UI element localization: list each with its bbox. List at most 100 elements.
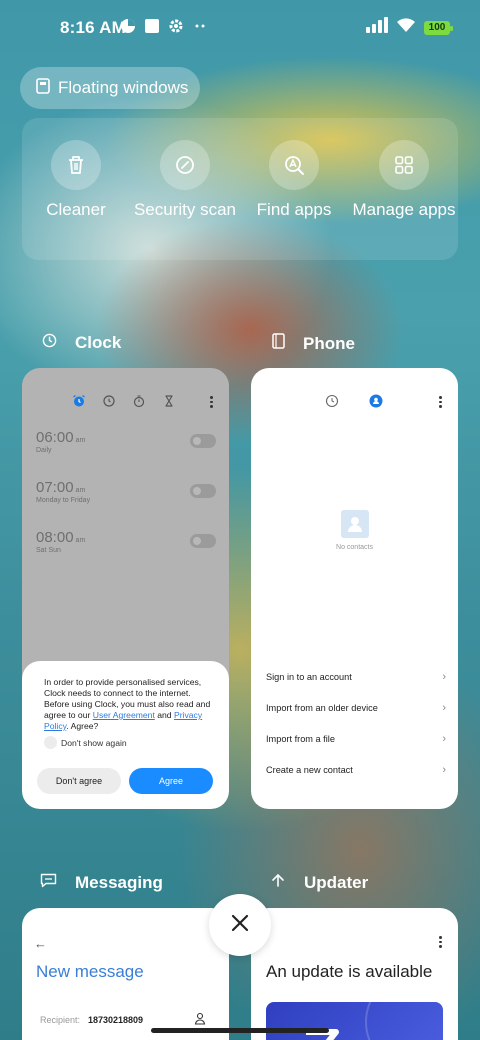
chevron-right-icon: › [442,733,446,745]
update-available-title: An update is available [266,962,433,981]
phone-app-header[interactable]: Phone [272,333,355,354]
home-indicator[interactable] [151,1028,329,1033]
alarm-toggle[interactable] [190,484,216,498]
alarm-time: 07:00 [36,479,74,496]
recipient-label: Recipient: [40,1015,81,1025]
wifi-icon [396,17,416,38]
alarm-suffix: am [75,487,86,494]
dont-agree-button[interactable]: Don't agree [37,768,121,794]
status-time: 8:16 AM [60,18,126,37]
alarm-time: 08:00 [36,529,74,546]
timer-tab-icon[interactable] [162,394,176,413]
chevron-right-icon: › [442,671,446,683]
more-dots-icon [192,18,208,39]
alarm-toggle[interactable] [190,434,216,448]
import-file-option[interactable]: Import from a file › [266,733,446,745]
phone-app-card[interactable]: No contacts Sign in to an account › Impo… [251,368,458,809]
update-banner-image [266,1002,443,1040]
create-contact-option[interactable]: Create a new contact › [266,764,446,776]
consent-question: . Agree? [66,721,99,731]
sign-in-account-option[interactable]: Sign in to an account › [266,671,446,683]
find-apps-label: Find apps [256,200,332,219]
contacts-tab-icon[interactable] [369,394,383,413]
trash-icon [51,140,101,190]
clock-app-name: Clock [75,333,122,352]
option-label: Import from an older device [266,703,378,713]
phone-app-name: Phone [303,333,355,353]
status-bar: 8:16 AM 100 [0,0,480,56]
find-apps-button[interactable]: Find apps [239,140,349,220]
consent-and: and [157,710,172,720]
battery-icon: 100 [424,20,453,35]
floating-window-icon [36,77,50,99]
empty-contacts: No contacts [251,510,458,551]
recents-tab-icon[interactable] [325,394,339,413]
alarm-suffix: am [75,537,86,544]
updater-more-icon[interactable] [439,936,442,950]
clock-app-header[interactable]: Clock [42,333,121,353]
clear-all-button[interactable] [209,894,271,956]
phone-tabs [325,394,383,413]
updater-app-header[interactable]: Updater [270,873,368,893]
message-icon [40,873,57,893]
chevron-right-icon: › [442,764,446,776]
dont-show-again-label: Don't show again [61,737,127,748]
security-scan-button[interactable]: Security scan [130,140,240,220]
square-icon [144,18,160,39]
manage-apps-label: Manage apps [352,200,456,219]
gear-icon [168,18,184,39]
alarm-item[interactable]: 06:00 am Daily [36,429,216,454]
clock-more-icon[interactable] [210,396,213,410]
recipient-field[interactable]: 18730218809 [88,1015,143,1025]
alarm-repeat: Daily [36,447,52,454]
messaging-app-name: Messaging [75,873,163,892]
grid-icon [379,140,429,190]
close-icon [231,914,249,937]
clock-app-card[interactable]: 06:00 am Daily 07:00 am Monday to Friday 0… [22,368,229,809]
alarm-repeat: Sat Sun [36,547,61,554]
user-agreement-link[interactable]: User Agreement [93,710,155,720]
new-message-title: New message [36,962,144,981]
arrow-up-icon [270,873,286,893]
alarm-repeat: Monday to Friday [36,497,91,504]
floating-windows-label: Floating windows [58,78,189,97]
back-arrow-icon[interactable]: ← [34,936,47,951]
messaging-app-header[interactable]: Messaging [40,873,163,893]
no-contacts-text: No contacts [336,544,373,551]
phone-book-icon [272,333,285,354]
phone-more-icon[interactable] [439,396,442,410]
signal-icon [366,17,388,38]
manage-apps-button[interactable]: Manage apps [349,140,459,220]
option-label: Import from a file [266,734,335,744]
consent-text: In order to provide personalised service… [44,677,215,732]
find-apps-icon [269,140,319,190]
alarm-item[interactable]: 08:00 am Sat Sun [36,529,216,554]
stopwatch-tab-icon[interactable] [132,394,146,413]
cleaner-button[interactable]: Cleaner [21,140,131,220]
privacy-consent-dialog: In order to provide personalised service… [22,661,229,809]
import-older-device-option[interactable]: Import from an older device › [266,702,446,714]
dont-show-again-checkbox[interactable]: Don't show again [44,736,215,749]
chevron-right-icon: › [442,702,446,714]
alarm-toggle[interactable] [190,534,216,548]
world-clock-tab-icon[interactable] [102,394,116,413]
alarm-tab-icon[interactable] [72,394,86,413]
alarm-time: 06:00 [36,429,74,446]
shield-check-icon [160,140,210,190]
contact-placeholder-icon [340,510,369,538]
updater-app-card[interactable]: An update is available [251,908,458,1040]
clock-icon [42,333,57,353]
clock-tabs [72,394,176,413]
cleaner-label: Cleaner [46,200,106,219]
option-label: Sign in to an account [266,672,352,682]
data-saver-icon [120,18,136,39]
floating-windows-button[interactable]: Floating windows [20,67,200,109]
checkbox-circle[interactable] [44,736,57,749]
messaging-app-card[interactable]: ← New message Recipient: 18730218809 [22,908,229,1040]
alarm-suffix: am [75,437,86,444]
option-label: Create a new contact [266,765,353,775]
agree-button[interactable]: Agree [129,768,213,794]
updater-app-name: Updater [304,873,369,892]
security-scan-label: Security scan [133,200,237,219]
alarm-item[interactable]: 07:00 am Monday to Friday [36,479,216,504]
